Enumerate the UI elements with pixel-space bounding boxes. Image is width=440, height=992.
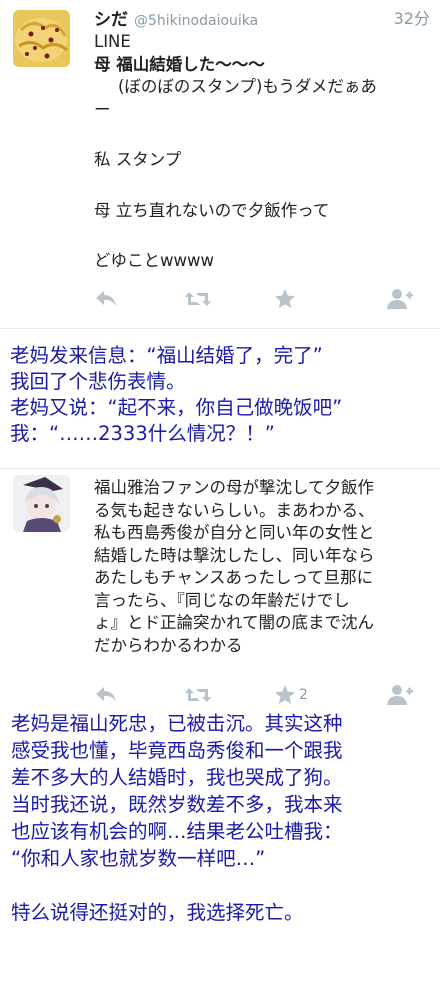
tweet-line: (ぼのぼのスタンプ)もうダメだぁあ [118, 77, 377, 96]
caption-line: 感受我也懂，毕竟西岛秀俊和一个跟我 [11, 739, 343, 762]
follow-icon[interactable] [386, 683, 414, 707]
user-handle[interactable]: @5hikinodaiouika [134, 13, 258, 29]
caption-line: 当时我还说，既然岁数差不多，我本来 [11, 793, 343, 816]
caption-line: 老妈又说：“起不来，你自己做晚饭吧” [10, 396, 343, 419]
tweet-line: どゆことwwww [94, 251, 214, 270]
tweet-line: 言ったら、『同じなの年齢だけでし [94, 590, 350, 610]
tweet-line: る気も起きないらしい。まあわかる、 [94, 500, 375, 520]
tweet-line: 母 立ち直れないので夕飯作って [94, 200, 330, 220]
caption-line: 也应该有机会的啊…结果老公吐槽我： [11, 820, 343, 843]
tweet-header: シだ @5hikinodaiouika 32分 [94, 5, 430, 30]
timestamp[interactable]: 32分 [394, 5, 430, 29]
star-icon[interactable] [274, 287, 296, 311]
tweet-line: 母 福山結婚した〜〜〜 [94, 54, 265, 74]
display-name[interactable]: シだ [94, 10, 128, 30]
retweet-icon[interactable] [184, 287, 212, 311]
caption-line: 我回了个悲伤表情。 [10, 370, 186, 393]
caption-line: 老妈发来信息：“福山结婚了，完了” [10, 344, 323, 367]
follow-icon[interactable] [386, 287, 414, 311]
caption-line: 我：“……2333什么情况？！” [10, 422, 275, 445]
retweet-icon[interactable] [184, 683, 212, 707]
caption-line: 老妈是福山死忠，已被击沉。其实这种 [11, 712, 343, 735]
like-count: 2 [299, 687, 308, 703]
tweet-actions: 2 [94, 683, 420, 707]
tweet-text: LINE 母 福山結婚した〜〜〜 (ぼのぼのスタンプ)もうダメだぁあ ー 私 ス… [94, 31, 430, 273]
caption-line: 特么说得还挺对的，我选择死亡。 [11, 901, 304, 924]
caption-1: 老妈发来信息：“福山结婚了，完了” 我回了个悲伤表情。 老妈又说：“起不来，你自… [0, 343, 440, 447]
tweet-1: シだ @5hikinodaiouika 32分 LINE 母 福山結婚した〜〜〜 … [0, 0, 440, 329]
tweet-line: ー [94, 99, 111, 119]
avatar[interactable] [13, 10, 70, 67]
tweet-line: だからわかるわかる [94, 635, 243, 655]
caption-line: “你和人家也就岁数一样吧…” [11, 847, 266, 870]
tweet-line: 私も西島秀俊が自分と同い年の女性と [94, 523, 375, 542]
tweet-actions [94, 287, 420, 311]
tweet-line: LINE [94, 32, 131, 51]
reply-icon[interactable] [94, 683, 118, 707]
tweet-text: 福山雅治ファンの母が撃沈して夕飯作 る気も起きないらしい。まあわかる、 私も西島… [94, 477, 428, 657]
tweet-line: ょ』とド正論突かれて闇の底まで沈ん [94, 613, 375, 632]
avatar[interactable] [13, 475, 70, 532]
star-icon[interactable]: 2 [274, 683, 308, 707]
tweet-line: 結婚した時は撃沈したし、同い年なら [94, 545, 375, 565]
tweet-line: あたしもチャンスあったしって旦那に [94, 568, 374, 587]
tweet-line: 私 スタンプ [94, 150, 182, 169]
tweet-line: 福山雅治ファンの母が撃沈して夕飯作 [94, 478, 375, 497]
reply-icon[interactable] [94, 287, 118, 311]
caption-2: 老妈是福山死忠，已被击沉。其实这种 感受我也懂，毕竟西岛秀俊和一个跟我 差不多大… [0, 710, 440, 926]
caption-line: 差不多大的人结婚时，我也哭成了狗。 [11, 766, 343, 789]
